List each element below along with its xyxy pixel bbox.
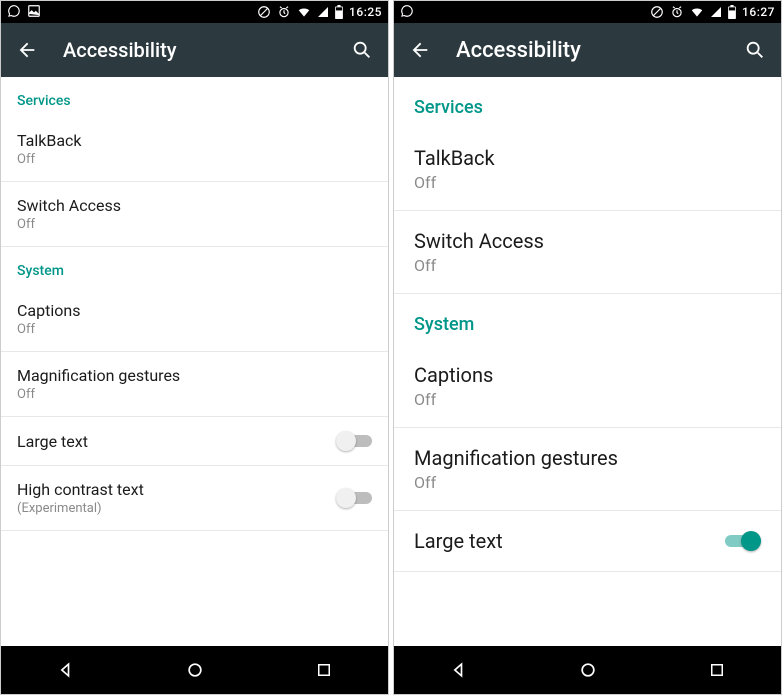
no-sim-icon [257,5,271,19]
back-arrow-icon[interactable] [408,38,432,62]
section-header-system: System [394,294,781,345]
nav-recent-icon[interactable] [315,661,333,679]
item-title: Switch Access [17,196,372,215]
nav-bar [1,646,388,694]
alarm-icon [277,5,291,19]
item-title: Large text [17,432,336,451]
status-right: 16:25 [257,5,382,19]
nav-back-icon[interactable] [449,660,469,680]
section-header-services: Services [1,77,388,117]
nav-home-icon[interactable] [185,660,205,680]
item-captions[interactable]: Captions Off [394,345,781,428]
item-title: Magnification gestures [17,366,372,385]
item-captions[interactable]: Captions Off [1,287,388,352]
settings-list: Services TalkBack Off Switch Access Off … [1,77,388,646]
search-icon[interactable] [350,38,374,62]
wifi-icon [690,5,704,19]
item-large-text[interactable]: Large text [394,511,781,572]
item-title: Captions [17,301,372,320]
item-sub: Off [414,256,761,275]
item-sub: Off [414,173,761,192]
item-title: Large text [414,529,725,553]
item-sub: Off [17,217,372,232]
battery-icon [728,5,736,19]
status-left [7,4,41,21]
signal-icon [710,6,722,18]
item-switch-access[interactable]: Switch Access Off [394,211,781,294]
item-switch-access[interactable]: Switch Access Off [1,182,388,247]
app-bar: Accessibility [394,23,781,77]
status-time: 16:25 [349,5,382,19]
status-bar: 16:27 [394,1,781,23]
nav-bar [394,646,781,694]
alarm-icon [670,5,684,19]
back-arrow-icon[interactable] [15,38,39,62]
section-header-services: Services [394,77,781,128]
item-title: Captions [414,363,761,387]
screen-left: 16:25 Accessibility Services TalkBack Of… [0,0,389,695]
settings-list: Services TalkBack Off Switch Access Off … [394,77,781,646]
battery-icon [335,5,343,19]
item-talkback[interactable]: TalkBack Off [1,117,388,182]
whatsapp-icon [7,4,21,21]
item-title: TalkBack [17,131,372,150]
toggle-large-text[interactable] [336,431,372,451]
section-header-system: System [1,247,388,287]
item-magnification[interactable]: Magnification gestures Off [394,428,781,511]
item-high-contrast[interactable]: High contrast text (Experimental) [1,466,388,531]
app-bar: Accessibility [1,23,388,77]
page-title: Accessibility [456,38,743,63]
image-icon [27,4,41,21]
item-title: High contrast text [17,480,336,499]
item-magnification[interactable]: Magnification gestures Off [1,352,388,417]
item-sub: (Experimental) [17,501,336,516]
toggle-high-contrast[interactable] [336,488,372,508]
item-sub: Off [17,387,372,402]
item-talkback[interactable]: TalkBack Off [394,128,781,211]
item-title: Magnification gestures [414,446,761,470]
whatsapp-icon [400,4,414,21]
status-left [400,4,414,21]
status-right: 16:27 [650,5,775,19]
toggle-large-text[interactable] [725,531,761,551]
item-sub: Off [17,322,372,337]
item-peek [394,572,781,582]
page-title: Accessibility [63,38,350,62]
item-sub: Off [17,152,372,167]
nav-home-icon[interactable] [578,660,598,680]
item-title: TalkBack [414,146,761,170]
item-sub: Off [414,390,761,409]
signal-icon [317,6,329,18]
wifi-icon [297,5,311,19]
item-title: Switch Access [414,229,761,253]
item-large-text[interactable]: Large text [1,417,388,466]
no-sim-icon [650,5,664,19]
item-sub: Off [414,473,761,492]
nav-back-icon[interactable] [56,660,76,680]
screen-right: 16:27 Accessibility Services TalkBack Of… [393,0,782,695]
search-icon[interactable] [743,38,767,62]
nav-recent-icon[interactable] [708,661,726,679]
status-time: 16:27 [742,5,775,19]
status-bar: 16:25 [1,1,388,23]
